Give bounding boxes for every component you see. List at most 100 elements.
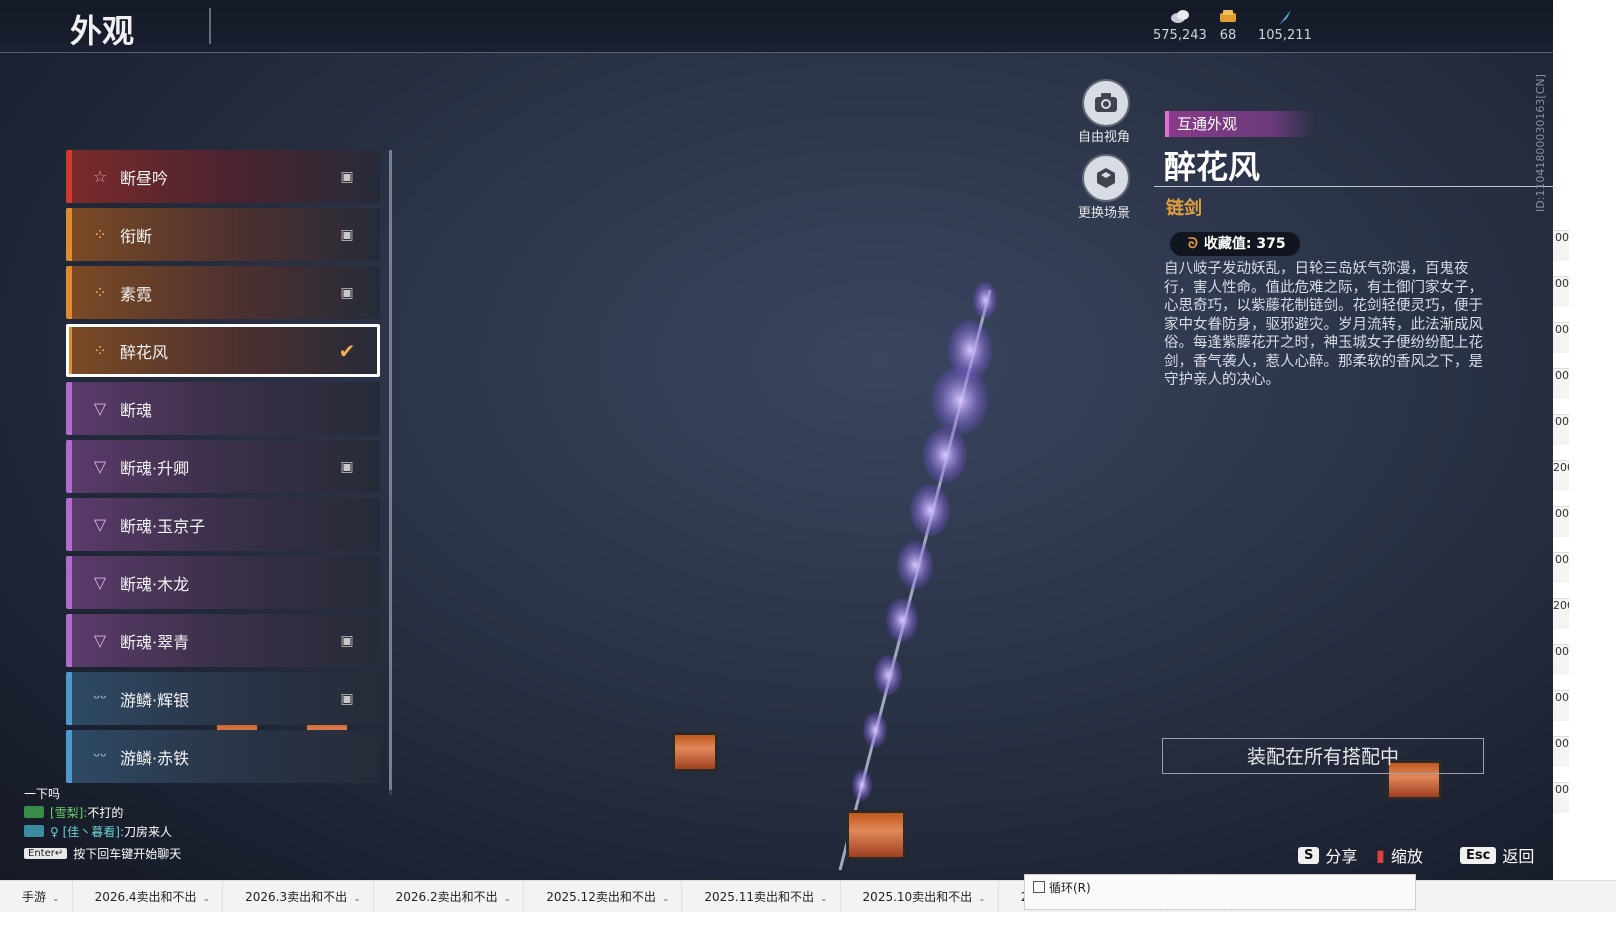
spreadsheet-cell: 00 <box>1553 736 1569 767</box>
chevron-down-icon: ⌄ <box>353 894 361 904</box>
chevron-down-icon: ⌄ <box>503 894 512 904</box>
lantern-decoration <box>672 732 718 772</box>
sheet-tab-label: 手游 <box>22 890 47 904</box>
currency-feathers-value: 105,211 <box>1258 28 1312 43</box>
chat-panel[interactable]: 一下吗 [雪梨]: 不打的 ♀ [佳丶暮看]: 刀房来人 Enter↵ 按下回车键开始… <box>24 784 181 863</box>
chevron-down-icon: ⌄ <box>978 894 986 904</box>
list-scrollbar-thumb[interactable] <box>389 150 392 790</box>
lantern-decoration <box>846 810 906 860</box>
chat-sender[interactable]: [雪梨]: <box>50 804 87 821</box>
check-icon: ✔ <box>338 338 356 363</box>
appearance-item[interactable]: ⁘ 衔断 ▣ <box>66 208 380 261</box>
lock-icon: ▣ <box>340 168 354 185</box>
equip-all-button[interactable]: 装配在所有搭配中 <box>1162 738 1484 774</box>
spreadsheet-cell: 00 <box>1553 322 1569 353</box>
top-bar: 外观 575,243 68 105,211 <box>0 0 1600 53</box>
orange-rarity-icon: ⁘ <box>93 225 107 244</box>
appearance-item[interactable]: ▽ 断魂·翠青 ▣ <box>66 614 380 667</box>
appearance-item[interactable]: ⁘ 醉花风 ✔ <box>66 324 380 377</box>
lock-icon: ▣ <box>340 458 354 475</box>
blue-rarity-icon: ᵕᵕ <box>93 689 107 708</box>
spreadsheet-cell: 00 <box>1553 552 1569 583</box>
ticket-icon <box>1220 10 1236 22</box>
free-view-button[interactable] <box>1082 79 1130 127</box>
lock-icon: ▣ <box>340 226 354 243</box>
item-type: 链剑 <box>1166 198 1202 219</box>
lock-icon: ▣ <box>340 284 354 301</box>
appearance-item[interactable]: ▽ 断魂·升卿 ▣ <box>66 440 380 493</box>
spreadsheet-cell: 200 <box>1553 460 1569 491</box>
share-hotkey[interactable]: S 分享 <box>1298 843 1357 867</box>
cube-icon <box>1097 168 1115 188</box>
player-id: ID:11041800030163[CN] <box>1534 74 1547 212</box>
sheet-tab-label: 2026.2卖出和不出 <box>395 890 498 904</box>
crossplay-tag: 互通外观 <box>1165 111 1315 137</box>
currency-tickets-value: 68 <box>1219 28 1237 43</box>
title-divider <box>209 8 211 44</box>
loop-label: 循环(R) <box>1049 881 1091 895</box>
chat-sender[interactable]: ♀ [佳丶暮看]: <box>50 823 124 840</box>
bottom-strip <box>0 912 1616 939</box>
appearance-item-label: 醉花风 <box>120 342 169 362</box>
background-window-strip: 00 00 00 00 00 200 00 00 200 00 00 00 00 <box>1553 0 1616 880</box>
spreadsheet-cell: 200 <box>1553 598 1569 629</box>
collection-icon: ᘐ <box>1188 236 1198 252</box>
share-label: 分享 <box>1325 847 1358 866</box>
sheet-tab[interactable]: 2026.3卖出和不出 ⌄ <box>223 881 374 913</box>
loop-option[interactable]: 循环(R) <box>1024 874 1416 910</box>
chat-message: [雪梨]: 不打的 <box>24 803 181 821</box>
purple-rarity-icon: ▽ <box>93 631 107 650</box>
name-divider <box>1154 186 1554 187</box>
chat-message: 一下吗 <box>24 784 181 802</box>
appearance-item[interactable]: ▽ 断魂·玉京子 <box>66 498 380 551</box>
sheet-tab-label: 2025.11卖出和不出 <box>704 890 814 904</box>
sheet-tab[interactable]: 2026.4卖出和不出 ⌄ <box>73 881 224 913</box>
appearance-item[interactable]: ᵕᵕ 游鳞·辉银 ▣ <box>66 672 380 725</box>
back-hotkey[interactable]: Esc 返回 <box>1460 843 1534 867</box>
appearance-item-label: 断魂·翠青 <box>120 632 190 652</box>
item-name: 醉花风 <box>1164 148 1261 186</box>
blue-rarity-icon: ᵕᵕ <box>93 747 107 766</box>
chat-text: 一下吗 <box>24 786 61 801</box>
change-scene-button[interactable] <box>1082 154 1130 202</box>
currency-coins-value: 575,243 <box>1153 28 1207 43</box>
enter-key-icon: Enter↵ <box>24 847 68 859</box>
coin-stack-icon <box>1170 10 1189 23</box>
chat-hint-text: 按下回车键开始聊天 <box>73 846 182 861</box>
sheet-tab-label: 2026.3卖出和不出 <box>245 890 348 904</box>
team-icon <box>24 806 44 818</box>
feather-icon <box>1278 10 1291 25</box>
zoom-hotkey[interactable]: ▮ 缩放 <box>1376 843 1423 867</box>
chevron-down-icon: ⌄ <box>202 894 211 904</box>
sheet-tab-label: 2026.4卖出和不出 <box>94 890 197 904</box>
chat-text: 不打的 <box>87 805 124 820</box>
sheet-tab[interactable]: 手游 ⌄ <box>0 881 73 913</box>
collection-value-badge: ᘐ 收藏值: 375 <box>1170 232 1300 256</box>
currency-feathers: 105,211 <box>1258 8 1312 43</box>
appearance-item[interactable]: ᵕᵕ 游鳞·赤铁 <box>66 730 380 783</box>
back-label: 返回 <box>1502 847 1535 866</box>
sheet-tab[interactable]: 2026.2卖出和不出 ⌄ <box>374 881 525 913</box>
appearance-item[interactable]: ▽ 断魂 <box>66 382 380 435</box>
sheet-tab[interactable]: 2025.10卖出和不出 ⌄ <box>841 881 999 913</box>
chat-message: ♀ [佳丶暮看]: 刀房来人 <box>24 822 181 840</box>
guild-icon <box>24 825 44 837</box>
free-view-label: 自由视角 <box>1077 130 1130 145</box>
appearance-item[interactable]: ☆ 断昼吟 ▣ <box>66 150 380 203</box>
currency-tickets: 68 <box>1218 8 1238 43</box>
item-description: 自八岐子发动妖乱，日轮三岛妖气弥漫，百鬼夜行，害人性命。值此危难之际，有土御门家… <box>1164 261 1483 388</box>
purple-rarity-icon: ▽ <box>93 573 107 592</box>
game-viewport: 外观 575,243 68 105,211 ☆ 断昼吟 ▣ ⁘ 衔断 ▣ ⁘ 素… <box>0 0 1600 900</box>
spreadsheet-cell: 00 <box>1553 368 1569 399</box>
appearance-item[interactable]: ▽ 断魂·木龙 <box>66 556 380 609</box>
currency-coins: 575,243 <box>1153 8 1207 43</box>
zoom-label: 缩放 <box>1390 847 1423 866</box>
sheet-tab[interactable]: 2025.11卖出和不出 ⌄ <box>682 881 841 913</box>
sheet-tab[interactable]: 2025.12卖出和不出 ⌄ <box>524 881 683 913</box>
appearance-item-label: 衔断 <box>120 226 153 246</box>
loop-checkbox[interactable] <box>1033 881 1045 893</box>
weapon-preview <box>838 282 997 871</box>
spreadsheet-cell: 00 <box>1553 782 1569 813</box>
appearance-item[interactable]: ⁘ 素霓 ▣ <box>66 266 380 319</box>
spreadsheet-cell: 00 <box>1553 506 1569 537</box>
